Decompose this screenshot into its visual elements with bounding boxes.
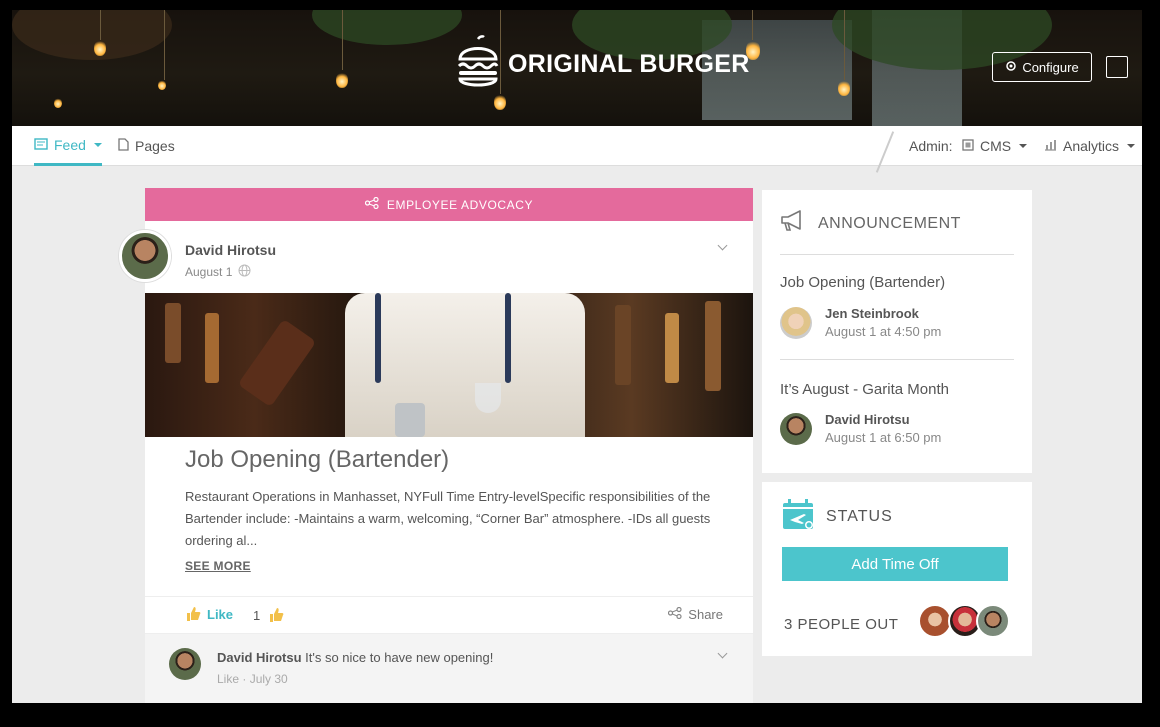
panel-toggle-button[interactable] xyxy=(1106,56,1128,78)
post-actions: Like 1 Share xyxy=(145,596,753,634)
cms-icon xyxy=(962,138,974,154)
announcement-item-author[interactable]: Jen Steinbrook xyxy=(825,306,919,321)
employee-advocacy-bar: EMPLOYEE ADVOCACY xyxy=(145,188,753,221)
advocacy-label: EMPLOYEE ADVOCACY xyxy=(386,197,534,212)
chevron-down-icon xyxy=(1127,144,1136,148)
announcement-widget: ANNOUNCEMENT Job Opening (Bartender) Jen… xyxy=(762,190,1032,473)
burger-logo-icon xyxy=(456,34,500,94)
megaphone-icon xyxy=(780,210,806,237)
share-button[interactable]: Share xyxy=(668,606,723,622)
comment-author[interactable]: David Hirotsu xyxy=(217,650,302,665)
announcement-item-author[interactable]: David Hirotsu xyxy=(825,412,910,427)
chevron-down-icon[interactable] xyxy=(717,648,728,659)
configure-label: Configure xyxy=(1022,59,1079,75)
people-out-avatars[interactable] xyxy=(918,604,1018,640)
nav-analytics-menu[interactable]: Analytics xyxy=(1044,126,1136,166)
add-time-off-button[interactable]: Add Time Off xyxy=(782,547,1008,581)
like-button[interactable]: Like xyxy=(185,606,233,622)
brand-name: ORIGINAL BURGER xyxy=(508,49,750,78)
post-date-text: August 1 xyxy=(185,265,233,279)
avatar[interactable] xyxy=(976,604,1010,638)
announcement-item-title[interactable]: Job Opening (Bartender) xyxy=(780,274,945,291)
status-title: STATUS xyxy=(826,507,893,525)
status-header: STATUS xyxy=(782,498,893,535)
configure-button[interactable]: Configure xyxy=(992,52,1092,82)
divider xyxy=(780,254,1014,255)
share-label: Share xyxy=(688,607,723,622)
app-screen: ORIGINAL BURGER Configure Feed Pages Adm… xyxy=(12,10,1142,703)
chevron-down-icon xyxy=(1019,144,1028,148)
chevron-down-icon xyxy=(93,142,102,147)
chevron-down-icon[interactable] xyxy=(717,240,728,251)
avatar[interactable] xyxy=(780,413,812,445)
nav-analytics-label: Analytics xyxy=(1063,138,1120,154)
like-count-value: 1 xyxy=(253,607,261,623)
header-banner: ORIGINAL BURGER Configure xyxy=(12,10,1142,126)
like-count[interactable]: 1 xyxy=(253,607,284,623)
comment-meta: Like · July 30 xyxy=(217,672,288,686)
calendar-plane-icon xyxy=(782,498,814,535)
avatar[interactable] xyxy=(780,307,812,339)
analytics-icon xyxy=(1044,138,1057,154)
thumbs-up-icon xyxy=(268,607,284,623)
comment-body: It's so nice to have new opening! xyxy=(305,650,494,665)
top-nav: Feed Pages Admin: CMS Analytics xyxy=(12,126,1142,173)
people-out-label[interactable]: 3 PEOPLE OUT xyxy=(784,616,898,633)
announcement-title: ANNOUNCEMENT xyxy=(818,214,961,232)
avatar[interactable] xyxy=(169,648,201,680)
nav-pages-label: Pages xyxy=(135,138,175,154)
post-title[interactable]: Job Opening (Bartender) xyxy=(185,446,449,474)
post-image xyxy=(145,293,753,437)
feed-icon xyxy=(34,137,48,153)
nav-cms-menu[interactable]: CMS xyxy=(962,126,1028,166)
nav-feed-tab[interactable]: Feed xyxy=(34,126,102,166)
avatar[interactable] xyxy=(119,230,171,282)
announcement-item-time: August 1 at 6:50 pm xyxy=(825,430,942,445)
comment-like-link[interactable]: Like xyxy=(217,672,239,686)
gear-icon xyxy=(1005,60,1017,75)
brand-logo: ORIGINAL BURGER xyxy=(456,32,750,96)
divider xyxy=(780,359,1014,360)
nav-pages-tab[interactable]: Pages xyxy=(118,126,175,166)
nav-feed-label: Feed xyxy=(54,136,86,153)
share-icon xyxy=(364,196,379,212)
globe-icon xyxy=(238,264,251,280)
admin-label: Admin: xyxy=(909,138,953,154)
see-more-link[interactable]: SEE MORE xyxy=(185,559,251,573)
comment-item: David Hirotsu It's so nice to have new o… xyxy=(145,634,753,703)
post-author[interactable]: David Hirotsu xyxy=(185,242,276,258)
announcement-item-time: August 1 at 4:50 pm xyxy=(825,324,942,339)
avatar[interactable] xyxy=(918,604,952,638)
nav-cms-label: CMS xyxy=(980,138,1012,154)
share-icon xyxy=(668,606,682,622)
announcement-header: ANNOUNCEMENT xyxy=(780,210,961,237)
nav-divider xyxy=(875,131,895,173)
comment-text: David Hirotsu It's so nice to have new o… xyxy=(217,650,493,665)
like-label: Like xyxy=(207,606,234,622)
comment-meta-separator: · xyxy=(242,672,247,686)
thumbs-up-icon xyxy=(185,606,201,622)
page-icon xyxy=(118,138,129,154)
comment-date: July 30 xyxy=(249,672,288,686)
announcement-item-title[interactable]: It’s August - Garita Month xyxy=(780,381,949,398)
post-body: Restaurant Operations in Manhasset, NYFu… xyxy=(185,489,711,548)
post-date: August 1 xyxy=(185,264,251,280)
status-widget: STATUS Add Time Off 3 PEOPLE OUT xyxy=(762,482,1032,656)
feed-post-card: EMPLOYEE ADVOCACY David Hirotsu August 1… xyxy=(119,188,753,703)
